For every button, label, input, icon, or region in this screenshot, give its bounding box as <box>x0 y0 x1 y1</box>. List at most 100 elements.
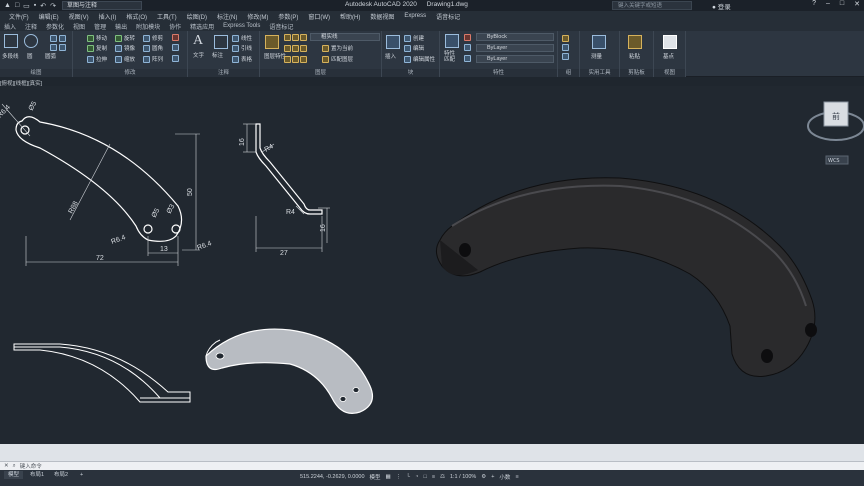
arc-button[interactable]: 圆弧 <box>45 52 56 60</box>
paste-button[interactable]: 粘贴 <box>629 52 640 60</box>
search-command-icon[interactable]: ⌕ <box>13 463 16 470</box>
layer-tool-icons-2[interactable] <box>284 56 307 63</box>
fillet-button[interactable]: 圆角 <box>143 44 163 52</box>
ribbon-tab[interactable]: 语音标记 <box>269 22 293 31</box>
menu-item[interactable]: 语音标记 <box>436 12 460 21</box>
set-current-button[interactable]: 置为当前 <box>322 44 353 52</box>
trim-button[interactable]: 修剪 <box>143 34 163 42</box>
tab-model[interactable]: 模型 <box>4 471 24 479</box>
menu-item[interactable]: 插入(I) <box>99 12 117 21</box>
wcs-label[interactable]: WCS <box>828 158 840 164</box>
menu-item[interactable]: 标注(N) <box>217 12 237 21</box>
grid-icon[interactable]: ▦ <box>386 474 391 480</box>
menu-item[interactable]: 编辑(E) <box>39 12 59 21</box>
copy-button[interactable]: 复制 <box>87 44 107 52</box>
base-point-icon[interactable] <box>663 35 677 49</box>
minimize-icon[interactable]: – <box>826 0 830 8</box>
create-block-button[interactable]: 创建 <box>404 34 424 42</box>
command-input[interactable]: 键入命令 <box>20 462 42 470</box>
osnap-icon[interactable]: □ <box>423 474 426 480</box>
erase-icon[interactable] <box>172 34 179 41</box>
menu-item[interactable]: Express <box>404 13 426 19</box>
ribbon-tab[interactable]: Express Tools <box>223 23 260 29</box>
layer-tool-icons[interactable] <box>284 45 307 52</box>
layer-dropdown[interactable]: 粗实线 <box>310 33 380 41</box>
plus-icon[interactable]: + <box>491 474 494 480</box>
edit-attribute-button[interactable]: 编辑属性 <box>404 55 435 63</box>
layer-properties-icon[interactable] <box>265 35 279 49</box>
customize-icon[interactable]: ≡ <box>515 474 518 480</box>
new-icon[interactable]: □ <box>15 2 19 9</box>
draw-extra-icons-2[interactable] <box>50 44 66 51</box>
draw-extra-icons[interactable] <box>50 35 66 42</box>
annotation-scale-icon[interactable]: ⚖ <box>440 474 445 480</box>
leader-button[interactable]: 引线 <box>232 44 252 52</box>
explode-icon[interactable] <box>172 44 179 51</box>
layer-state-icons[interactable] <box>284 34 307 41</box>
menu-item[interactable]: 格式(O) <box>126 12 147 21</box>
drawing-canvas[interactable]: R6.4 Ø5 R88 Ø5 Ø3 R6.4 R6.4 13 72 50 16 … <box>0 86 864 444</box>
linetype-icon[interactable] <box>464 44 471 51</box>
model-space-toggle[interactable]: 模型 <box>370 473 381 481</box>
lineweight-dropdown[interactable]: ByLayer <box>476 55 554 63</box>
dimension-button[interactable]: 标注 <box>212 51 223 59</box>
menu-item[interactable]: 绘图(D) <box>187 12 207 21</box>
groups-panel-title[interactable]: 组 <box>558 69 579 77</box>
paste-icon[interactable] <box>628 35 642 49</box>
lineweight-icon[interactable] <box>464 55 471 62</box>
ribbon-tab[interactable]: 附加模块 <box>136 22 160 31</box>
edit-block-button[interactable]: 编辑 <box>404 44 424 52</box>
ribbon-tab[interactable]: 协作 <box>169 22 181 31</box>
match-properties-icon[interactable] <box>445 34 459 48</box>
text-icon[interactable]: A <box>193 33 203 49</box>
ribbon-tab[interactable]: 注释 <box>25 22 37 31</box>
open-icon[interactable]: ▭ <box>23 2 30 10</box>
close-command-icon[interactable]: ✕ <box>4 463 9 469</box>
mirror-button[interactable]: 镜像 <box>115 44 135 52</box>
array-button[interactable]: 阵列 <box>143 55 163 63</box>
save-icon[interactable]: ▪ <box>34 2 36 9</box>
annotation-panel-title[interactable]: 注释 <box>188 69 259 77</box>
units-readout[interactable]: 小数 <box>499 473 510 481</box>
ribbon-tab[interactable]: 管理 <box>94 22 106 31</box>
group-icons[interactable] <box>562 35 569 60</box>
measure-icon[interactable] <box>592 35 606 49</box>
linetype-dropdown[interactable]: ByLayer <box>476 44 554 52</box>
draw-panel-title[interactable]: 绘图 <box>0 69 72 77</box>
insert-icon[interactable] <box>386 35 400 49</box>
scale-readout[interactable]: 1:1 / 100% <box>450 474 476 480</box>
offset-icon[interactable] <box>172 55 179 62</box>
block-panel-title[interactable]: 块 <box>382 69 439 77</box>
snap-icon[interactable]: ⋮ <box>396 474 402 480</box>
modify-panel-title[interactable]: 修改 <box>73 69 187 77</box>
dimension-icon[interactable] <box>214 35 228 49</box>
menu-item[interactable]: 帮助(H) <box>340 12 360 21</box>
match-properties-button[interactable]: 特性匹配 <box>444 51 460 63</box>
table-button[interactable]: 表格 <box>232 55 252 63</box>
ribbon-tab[interactable]: 视图 <box>73 22 85 31</box>
circle-button[interactable]: 圆 <box>27 52 33 60</box>
workspace-selector[interactable]: 草图与注释 <box>62 1 143 10</box>
polar-icon[interactable]: ◔ <box>415 474 418 480</box>
menu-item[interactable]: 文件(F) <box>9 12 29 21</box>
close-icon[interactable]: ✕ <box>854 0 860 8</box>
linear-button[interactable]: 线性 <box>232 34 252 42</box>
utilities-panel-title[interactable]: 实用工具 <box>580 69 619 77</box>
view-panel-title[interactable]: 视图 <box>654 69 685 77</box>
text-button[interactable]: 文字 <box>193 51 204 59</box>
ribbon-tab[interactable]: 参数化 <box>46 22 64 31</box>
help-icon[interactable]: ? <box>812 0 816 8</box>
sign-in-button[interactable]: ● 登录 <box>712 1 731 11</box>
color-icon[interactable] <box>464 34 471 41</box>
add-layout-icon[interactable]: + <box>76 471 87 479</box>
menu-item[interactable]: 数据视图 <box>370 12 394 21</box>
rotate-button[interactable]: 旋转 <box>115 34 135 42</box>
tab-layout2[interactable]: 布局2 <box>50 471 72 479</box>
circle-icon[interactable] <box>24 34 38 48</box>
layers-panel-title[interactable]: 图层 <box>260 69 381 77</box>
match-layer-button[interactable]: 匹配图层 <box>322 55 353 63</box>
menu-item[interactable]: 修改(M) <box>247 12 268 21</box>
color-dropdown[interactable]: ByBlock <box>476 33 554 41</box>
ribbon-tab[interactable]: 输出 <box>115 22 127 31</box>
menu-item[interactable]: 参数(P) <box>278 12 298 21</box>
